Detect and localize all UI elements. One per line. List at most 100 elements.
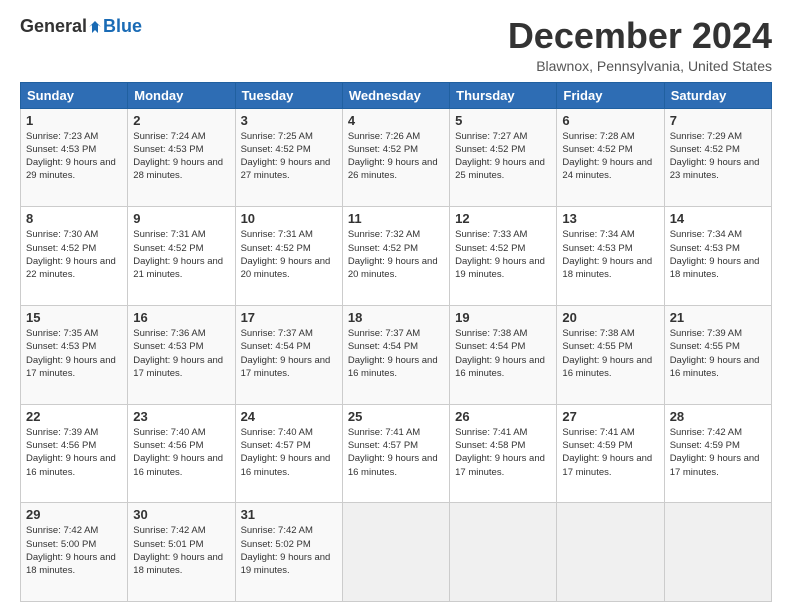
calendar-cell: 14Sunrise: 7:34 AMSunset: 4:53 PMDayligh… [664,207,771,306]
logo-text: General Blue [20,16,142,37]
calendar-cell: 2 Sunrise: 7:24 AMSunset: 4:53 PMDaylight… [128,108,235,207]
header: General Blue December 2024 Blawnox, Penn… [20,16,772,74]
calendar-cell: 19Sunrise: 7:38 AMSunset: 4:54 PMDayligh… [450,305,557,404]
day-number: 22 [26,409,122,424]
calendar-cell [342,503,449,602]
calendar-cell [664,503,771,602]
calendar-week-row-1: 1Sunrise: 7:23 AMSunset: 4:53 PMDaylight… [21,108,772,207]
day-number: 11 [348,211,444,226]
day-number: 9 [133,211,229,226]
calendar-cell: 30Sunrise: 7:42 AMSunset: 5:01 PMDayligh… [128,503,235,602]
calendar-cell: 12 Sunrise: 7:33 AMSunset: 4:52 PMDayligh… [450,207,557,306]
calendar-cell: 8 Sunrise: 7:30 AMSunset: 4:52 PMDaylight… [21,207,128,306]
cell-details: Sunrise: 7:38 AMSunset: 4:54 PMDaylight:… [455,328,545,379]
day-number: 24 [241,409,337,424]
cell-details: Sunrise: 7:42 AMSunset: 4:59 PMDaylight:… [670,427,760,478]
cell-details: Sunrise: 7:32 AMSunset: 4:52 PMDaylight:… [348,229,438,280]
day-number: 13 [562,211,658,226]
calendar-cell: 17 Sunrise: 7:37 AMSunset: 4:54 PMDayligh… [235,305,342,404]
cell-details: Sunrise: 7:40 AMSunset: 4:57 PMDaylight:… [241,427,331,478]
calendar-header-thursday: Thursday [450,82,557,108]
cell-details: Sunrise: 7:42 AMSunset: 5:02 PMDaylight:… [241,525,331,576]
day-number: 15 [26,310,122,325]
day-number: 27 [562,409,658,424]
day-number: 23 [133,409,229,424]
day-number: 2 [133,113,229,128]
cell-details: Sunrise: 7:38 AMSunset: 4:55 PMDaylight:… [562,328,652,379]
logo-blue: Blue [103,16,142,37]
calendar-cell: 15 Sunrise: 7:35 AMSunset: 4:53 PMDayligh… [21,305,128,404]
calendar-header-monday: Monday [128,82,235,108]
cell-details: Sunrise: 7:25 AMSunset: 4:52 PMDaylight:… [241,131,331,182]
cell-details: Sunrise: 7:40 AMSunset: 4:56 PMDaylight:… [133,427,223,478]
calendar-header-friday: Friday [557,82,664,108]
calendar-cell: 10 Sunrise: 7:31 AMSunset: 4:52 PMDayligh… [235,207,342,306]
cell-details: Sunrise: 7:41 AMSunset: 4:58 PMDaylight:… [455,427,545,478]
cell-details: Sunrise: 7:41 AMSunset: 4:59 PMDaylight:… [562,427,652,478]
day-number: 20 [562,310,658,325]
cell-details: Sunrise: 7:26 AMSunset: 4:52 PMDaylight:… [348,131,438,182]
logo: General Blue [20,16,142,37]
cell-details: Sunrise: 7:33 AMSunset: 4:52 PMDaylight:… [455,229,545,280]
calendar-cell: 25Sunrise: 7:41 AMSunset: 4:57 PMDayligh… [342,404,449,503]
calendar-cell: 26 Sunrise: 7:41 AMSunset: 4:58 PMDayligh… [450,404,557,503]
calendar-cell: 28 Sunrise: 7:42 AMSunset: 4:59 PMDayligh… [664,404,771,503]
calendar-week-row-4: 22 Sunrise: 7:39 AMSunset: 4:56 PMDayligh… [21,404,772,503]
calendar-cell: 22 Sunrise: 7:39 AMSunset: 4:56 PMDayligh… [21,404,128,503]
calendar-cell: 21 Sunrise: 7:39 AMSunset: 4:55 PMDayligh… [664,305,771,404]
calendar-header-wednesday: Wednesday [342,82,449,108]
day-number: 21 [670,310,766,325]
calendar-cell: 31 Sunrise: 7:42 AMSunset: 5:02 PMDayligh… [235,503,342,602]
calendar-cell: 5 Sunrise: 7:27 AMSunset: 4:52 PMDaylight… [450,108,557,207]
cell-details: Sunrise: 7:30 AMSunset: 4:52 PMDaylight:… [26,229,116,280]
calendar-cell: 1Sunrise: 7:23 AMSunset: 4:53 PMDaylight… [21,108,128,207]
cell-details: Sunrise: 7:34 AMSunset: 4:53 PMDaylight:… [670,229,760,280]
calendar-cell [557,503,664,602]
cell-details: Sunrise: 7:39 AMSunset: 4:56 PMDaylight:… [26,427,116,478]
calendar-week-row-2: 8 Sunrise: 7:30 AMSunset: 4:52 PMDaylight… [21,207,772,306]
logo-general: General [20,16,87,37]
cell-details: Sunrise: 7:31 AMSunset: 4:52 PMDaylight:… [241,229,331,280]
calendar-cell: 11 Sunrise: 7:32 AMSunset: 4:52 PMDayligh… [342,207,449,306]
cell-details: Sunrise: 7:27 AMSunset: 4:52 PMDaylight:… [455,131,545,182]
day-number: 31 [241,507,337,522]
day-number: 29 [26,507,122,522]
day-number: 3 [241,113,337,128]
calendar-week-row-5: 29Sunrise: 7:42 AMSunset: 5:00 PMDayligh… [21,503,772,602]
calendar-cell: 23 Sunrise: 7:40 AMSunset: 4:56 PMDayligh… [128,404,235,503]
day-number: 8 [26,211,122,226]
day-number: 12 [455,211,551,226]
calendar: SundayMondayTuesdayWednesdayThursdayFrid… [20,82,772,602]
calendar-cell [450,503,557,602]
page: General Blue December 2024 Blawnox, Penn… [0,0,792,612]
cell-details: Sunrise: 7:23 AMSunset: 4:53 PMDaylight:… [26,131,116,182]
calendar-cell: 7Sunrise: 7:29 AMSunset: 4:52 PMDaylight… [664,108,771,207]
cell-details: Sunrise: 7:35 AMSunset: 4:53 PMDaylight:… [26,328,116,379]
day-number: 17 [241,310,337,325]
day-number: 16 [133,310,229,325]
calendar-cell: 6Sunrise: 7:28 AMSunset: 4:52 PMDaylight… [557,108,664,207]
logo-bird-icon [88,20,102,34]
cell-details: Sunrise: 7:37 AMSunset: 4:54 PMDaylight:… [348,328,438,379]
calendar-cell: 20 Sunrise: 7:38 AMSunset: 4:55 PMDayligh… [557,305,664,404]
location: Blawnox, Pennsylvania, United States [508,58,772,74]
day-number: 26 [455,409,551,424]
day-number: 18 [348,310,444,325]
cell-details: Sunrise: 7:28 AMSunset: 4:52 PMDaylight:… [562,131,652,182]
calendar-header-row: SundayMondayTuesdayWednesdayThursdayFrid… [21,82,772,108]
day-number: 10 [241,211,337,226]
calendar-header-sunday: Sunday [21,82,128,108]
cell-details: Sunrise: 7:24 AMSunset: 4:53 PMDaylight:… [133,131,223,182]
day-number: 28 [670,409,766,424]
calendar-header-tuesday: Tuesday [235,82,342,108]
cell-details: Sunrise: 7:31 AMSunset: 4:52 PMDaylight:… [133,229,223,280]
day-number: 7 [670,113,766,128]
cell-details: Sunrise: 7:37 AMSunset: 4:54 PMDaylight:… [241,328,331,379]
title-block: December 2024 Blawnox, Pennsylvania, Uni… [508,16,772,74]
calendar-cell: 13Sunrise: 7:34 AMSunset: 4:53 PMDayligh… [557,207,664,306]
calendar-week-row-3: 15 Sunrise: 7:35 AMSunset: 4:53 PMDayligh… [21,305,772,404]
day-number: 5 [455,113,551,128]
day-number: 25 [348,409,444,424]
cell-details: Sunrise: 7:39 AMSunset: 4:55 PMDaylight:… [670,328,760,379]
cell-details: Sunrise: 7:42 AMSunset: 5:01 PMDaylight:… [133,525,223,576]
